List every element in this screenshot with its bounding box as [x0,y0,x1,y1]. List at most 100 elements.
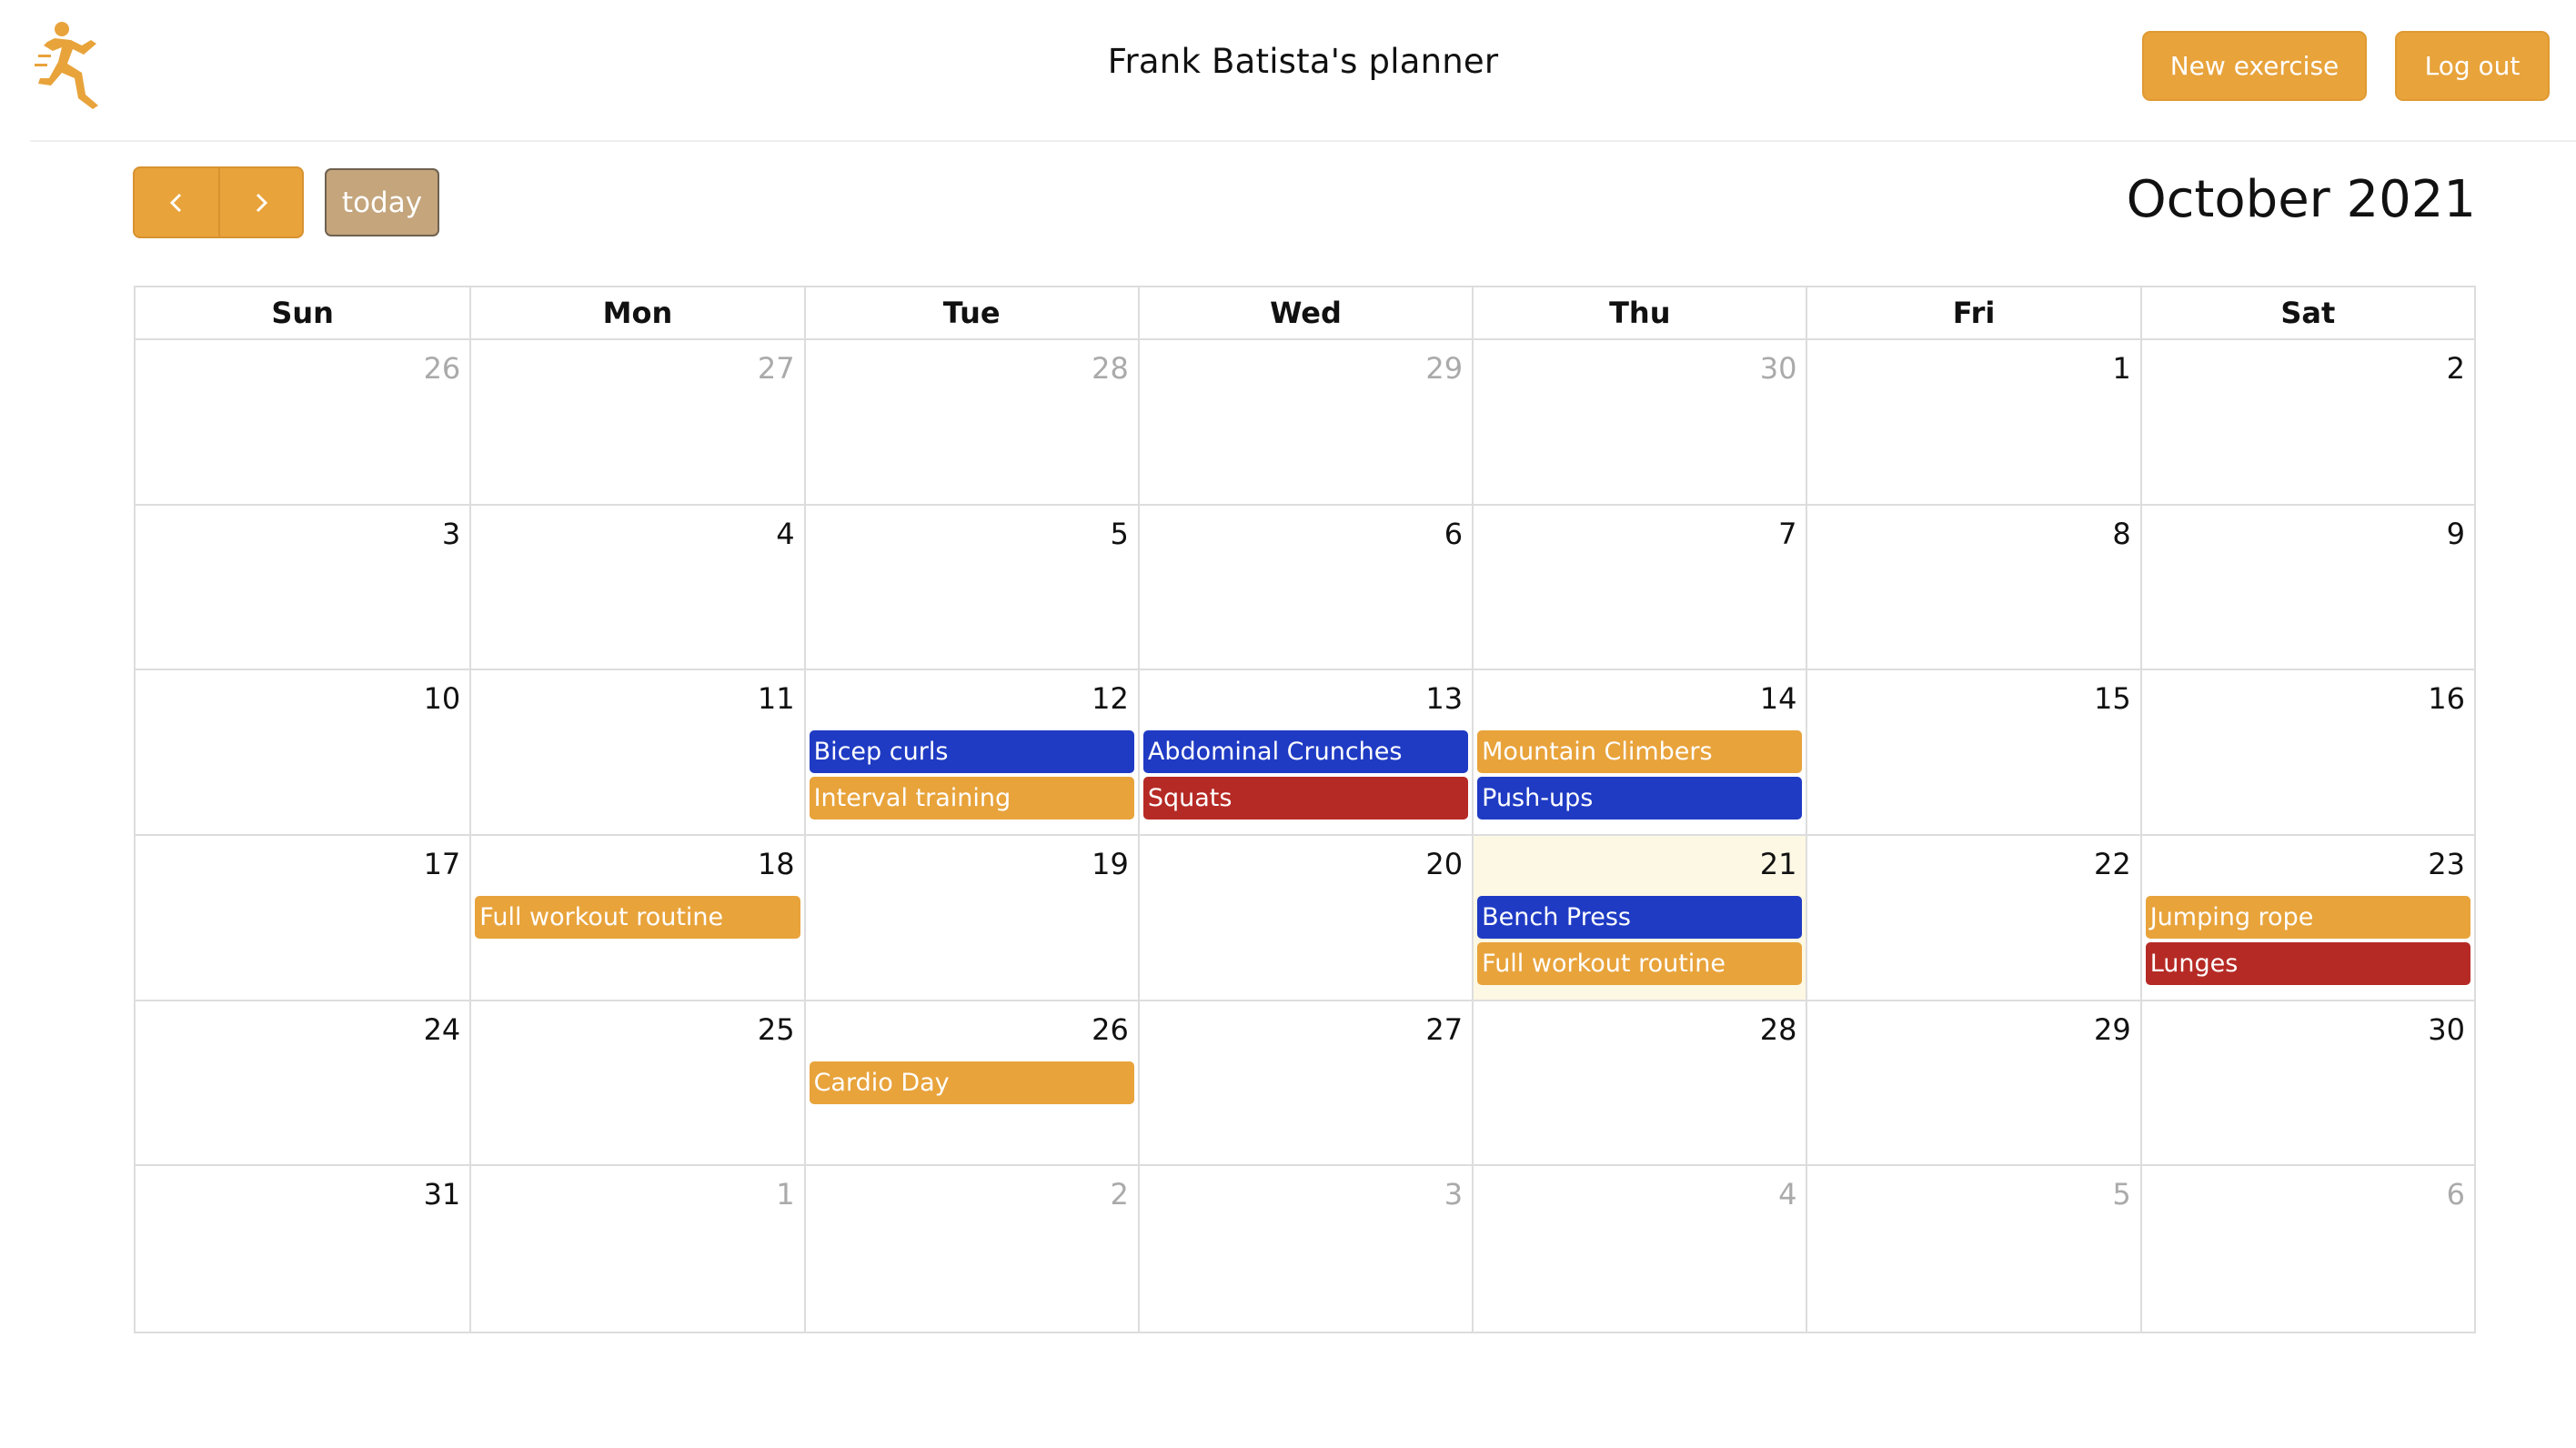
day-cell[interactable]: 1 [1806,340,2139,504]
day-cell[interactable]: 24 [136,1001,469,1165]
day-number[interactable]: 21 [1760,847,1797,881]
day-cell[interactable]: 28 [1472,1001,1806,1165]
day-number[interactable]: 17 [424,847,461,881]
day-number[interactable]: 26 [1092,1012,1129,1047]
day-cell[interactable]: 27 [469,340,803,504]
day-number[interactable]: 29 [1425,351,1463,386]
event-item[interactable]: Squats [1142,777,1469,820]
day-number[interactable]: 8 [2112,517,2130,551]
today-button[interactable]: today [325,168,439,236]
day-cell[interactable]: 3 [1137,1166,1472,1332]
day-number[interactable]: 4 [776,517,794,551]
event-item[interactable]: Full workout routine [475,896,800,939]
prev-month-button[interactable] [135,168,218,236]
day-cell[interactable]: 9 [2139,505,2474,669]
day-cell[interactable]: 1 [469,1166,803,1332]
day-number[interactable]: 25 [758,1012,795,1047]
day-cell[interactable]: 8 [1806,505,2139,669]
day-cell[interactable]: 16 [2139,670,2474,834]
day-cell[interactable]: 3 [136,506,469,669]
day-cell[interactable]: 19 [803,836,1138,1000]
event-item[interactable]: Lunges [2145,942,2470,985]
day-cell[interactable]: 25 [469,1001,803,1165]
day-number[interactable]: 1 [2112,351,2130,386]
day-cell[interactable]: 2 [2139,340,2474,504]
day-number[interactable]: 24 [424,1012,461,1047]
day-cell[interactable]: 10 [136,670,469,834]
day-cell[interactable]: 11 [469,670,803,834]
event-item[interactable]: Full workout routine [1477,942,1803,985]
day-number[interactable]: 27 [1425,1012,1463,1047]
day-number[interactable]: 2 [1110,1177,1128,1212]
day-cell[interactable]: 30 [2139,1001,2474,1165]
day-number[interactable]: 29 [2094,1012,2131,1047]
day-number[interactable]: 30 [1760,351,1797,386]
day-cell[interactable]: 6 [1137,505,1472,669]
day-number[interactable]: 7 [1778,517,1796,551]
day-number[interactable]: 5 [1110,517,1128,551]
day-number[interactable]: 26 [424,351,461,386]
day-cell[interactable]: 13 Abdominal Crunches Squats [1137,670,1472,834]
day-number[interactable]: 18 [758,847,795,881]
day-number[interactable]: 28 [1092,351,1129,386]
day-number[interactable]: 10 [424,681,461,716]
day-number[interactable]: 15 [2094,681,2131,716]
day-cell[interactable]: 26 Cardio Day [803,1001,1138,1165]
day-number[interactable]: 3 [1444,1177,1463,1212]
event-item[interactable]: Jumping rope [2145,896,2470,939]
day-cell[interactable]: 30 [1472,340,1806,504]
day-cell[interactable]: 14 Mountain Climbers Push-ups [1472,670,1806,834]
day-number[interactable]: 16 [2428,681,2465,716]
day-number[interactable]: 28 [1760,1012,1797,1047]
new-exercise-button[interactable]: New exercise [2142,31,2367,101]
day-number[interactable]: 31 [424,1177,461,1212]
day-cell[interactable]: 27 [1137,1001,1472,1165]
day-number[interactable]: 6 [2447,1177,2465,1212]
event-item[interactable]: Cardio Day [809,1061,1134,1104]
day-number[interactable]: 14 [1760,681,1797,716]
day-number[interactable]: 9 [2447,517,2465,551]
day-number[interactable]: 20 [1425,847,1463,881]
day-number[interactable]: 11 [758,681,795,716]
event-item[interactable]: Bench Press [1477,896,1803,939]
day-cell[interactable]: 23 Jumping rope Lunges [2139,836,2474,1000]
day-cell[interactable]: 17 [136,836,469,1000]
day-number[interactable]: 6 [1444,517,1463,551]
day-cell[interactable]: 26 [136,340,469,504]
day-number[interactable]: 12 [1092,681,1129,716]
day-cell[interactable]: 18 Full workout routine [469,836,803,1000]
day-number[interactable]: 23 [2428,847,2465,881]
day-cell[interactable]: 22 [1806,836,2139,1000]
event-item[interactable]: Abdominal Crunches [1142,730,1469,774]
day-cell[interactable]: 6 [2139,1166,2474,1332]
day-number[interactable]: 2 [2447,351,2465,386]
day-cell[interactable]: 5 [1806,1166,2139,1332]
day-cell[interactable]: 4 [1472,1166,1806,1332]
day-cell[interactable]: 31 [136,1166,469,1332]
day-cell[interactable]: 7 [1472,505,1806,669]
day-number[interactable]: 1 [776,1177,794,1212]
day-cell[interactable]: 29 [1806,1001,2139,1165]
event-item[interactable]: Bicep curls [809,730,1134,774]
day-cell[interactable]: 29 [1137,340,1472,504]
event-item[interactable]: Interval training [809,777,1134,820]
logout-button[interactable]: Log out [2395,31,2550,101]
day-number[interactable]: 27 [758,351,795,386]
day-number[interactable]: 22 [2094,847,2131,881]
day-number[interactable]: 30 [2428,1012,2465,1047]
day-cell[interactable]: 15 [1806,670,2139,834]
day-cell[interactable]: 28 [803,340,1138,504]
next-month-button[interactable] [217,168,302,236]
day-number[interactable]: 4 [1778,1177,1796,1212]
day-number[interactable]: 19 [1092,847,1129,881]
day-cell[interactable]: 2 [803,1166,1138,1332]
day-cell[interactable]: 12 Bicep curls Interval training [803,670,1138,834]
day-cell[interactable]: 5 [803,505,1138,669]
event-item[interactable]: Mountain Climbers [1477,730,1803,774]
day-number[interactable]: 13 [1425,681,1463,716]
day-number[interactable]: 5 [2112,1177,2130,1212]
day-number[interactable]: 3 [442,517,460,551]
day-cell[interactable]: 4 [469,505,803,669]
day-cell-today[interactable]: 21 Bench Press Full workout routine [1472,836,1806,1000]
day-cell[interactable]: 20 [1137,836,1472,1000]
